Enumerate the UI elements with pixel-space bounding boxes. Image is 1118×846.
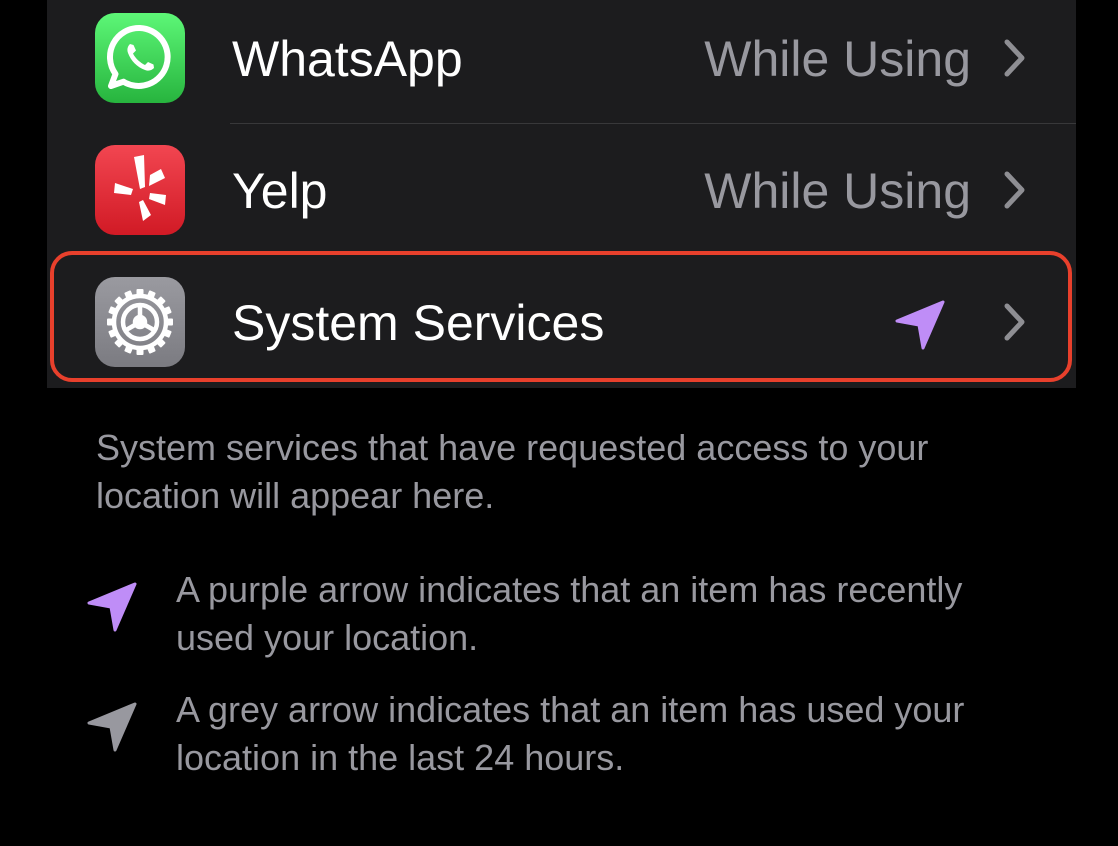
chevron-right-icon [1004, 171, 1025, 209]
system-services-row[interactable]: System Services [47, 256, 1076, 388]
system-services-label: System Services [232, 295, 605, 351]
chevron-right-icon [1004, 303, 1025, 341]
location-permission-value: While Using [704, 163, 971, 219]
yelp-icon [95, 145, 185, 235]
location-apps-list: WhatsApp While Using Yelp While Using Sy… [47, 0, 1076, 388]
whatsapp-icon [95, 13, 185, 103]
legend-grey-arrow: A grey arrow indicates that an item has … [85, 686, 1045, 796]
legend-text: A grey arrow indicates that an item has … [176, 689, 965, 778]
chevron-right-icon [1004, 39, 1025, 77]
app-name-label: Yelp [232, 163, 328, 219]
settings-gear-icon [95, 277, 185, 367]
app-name-label: WhatsApp [232, 31, 463, 87]
grey-location-arrow-icon [87, 702, 137, 752]
app-row-yelp[interactable]: Yelp While Using [47, 124, 1076, 256]
app-row-whatsapp[interactable]: WhatsApp While Using [47, 0, 1076, 124]
legend-text: A purple arrow indicates that an item ha… [176, 569, 963, 658]
legend-purple-arrow: A purple arrow indicates that an item ha… [85, 566, 1045, 676]
system-services-footer-text: System services that have requested acce… [96, 427, 929, 516]
purple-location-arrow-icon [87, 582, 137, 632]
location-permission-value: While Using [704, 31, 971, 87]
location-arrow-icon [895, 300, 945, 350]
